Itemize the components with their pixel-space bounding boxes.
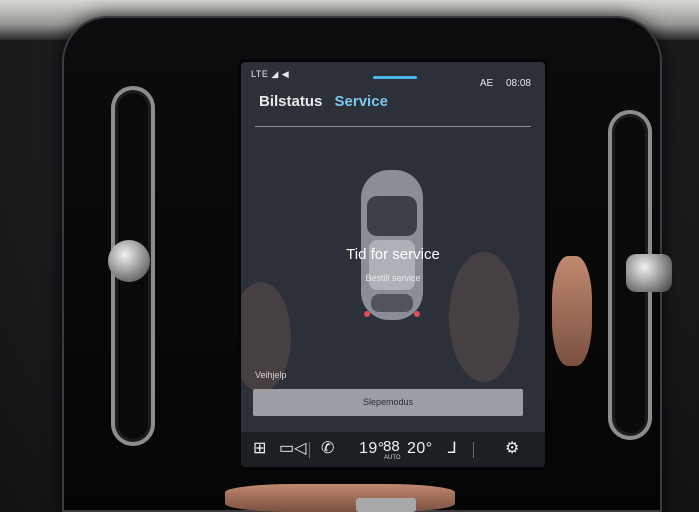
right-vent-knob[interactable]	[626, 254, 672, 292]
infotainment-screen: LTE ◢ ◀ AE 08:08 Bilstatus Service Tid f…	[241, 62, 545, 467]
status-right-group: AE 08:08	[480, 78, 531, 89]
left-vent-knob[interactable]	[108, 240, 150, 282]
reflected-hand-bottom	[225, 484, 455, 512]
header-tabs: Bilstatus Service	[259, 93, 396, 110]
climate-separator	[309, 442, 310, 458]
reflected-hand	[552, 256, 592, 366]
tab-service[interactable]: Service	[335, 93, 388, 110]
header-divider	[255, 126, 531, 127]
car-top-view-icon	[361, 170, 423, 320]
left-temperature[interactable]: 19°	[359, 440, 385, 458]
tow-mode-button[interactable]: Slepemodus	[253, 389, 523, 416]
settings-gear-icon[interactable]: ⚙	[505, 438, 519, 458]
phone-icon[interactable]: ✆	[321, 438, 334, 458]
language-indicator: AE	[479, 78, 494, 89]
apps-grid-icon[interactable]: ⊞	[253, 438, 266, 458]
climate-bar: ⊞ ▭◁ ✆ 19° 88 AUTO 20° ᒧ ⚙	[241, 432, 545, 467]
clock-time: 08:08	[505, 78, 531, 89]
tab-bilstatus[interactable]: Bilstatus	[259, 93, 322, 110]
status-bar: LTE ◢ ◀ AE 08:08	[241, 62, 545, 89]
camera-icon[interactable]: ▭◁	[279, 438, 306, 458]
fan-icon[interactable]: 88	[383, 438, 400, 455]
seat-heat-icon[interactable]: ᒧ	[447, 438, 457, 458]
top-pull-down-handle[interactable]	[373, 76, 417, 79]
screen-reflection	[449, 252, 519, 382]
right-temperature[interactable]: 20°	[407, 440, 433, 458]
climate-separator	[473, 442, 474, 458]
signal-indicator: LTE ◢ ◀	[251, 69, 290, 79]
console-bottom-button[interactable]	[356, 498, 416, 512]
fan-auto-label: AUTO	[384, 455, 401, 461]
